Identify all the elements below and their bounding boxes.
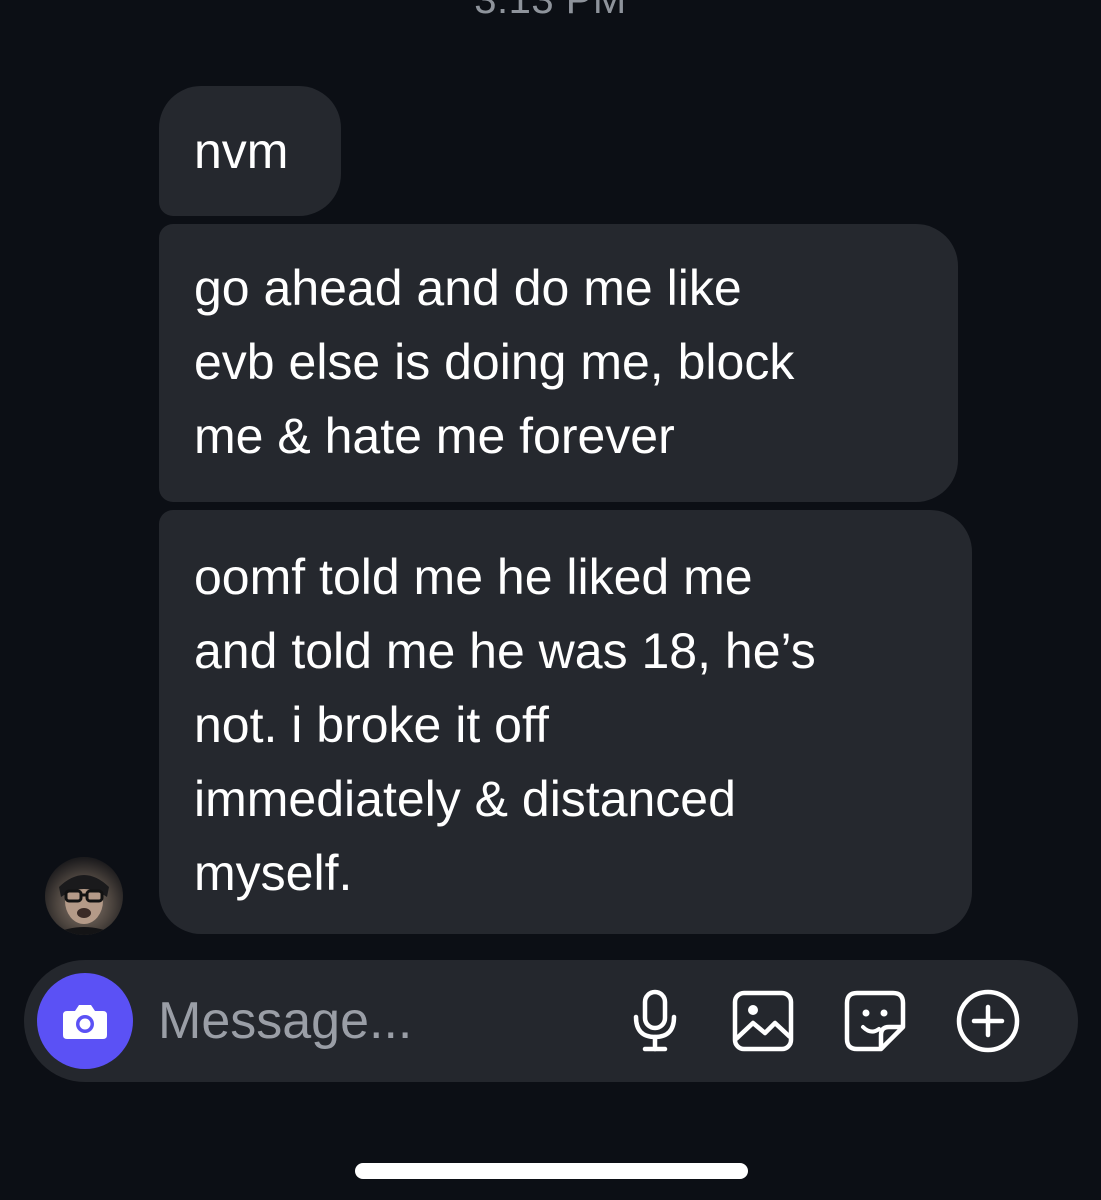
camera-button[interactable] xyxy=(37,973,133,1069)
sender-avatar[interactable] xyxy=(45,857,123,935)
camera-icon xyxy=(63,1005,107,1039)
message-text: not. i broke it off xyxy=(194,697,549,753)
gallery-button[interactable] xyxy=(730,988,796,1054)
message-text: me & hate me forever xyxy=(194,408,675,464)
received-message-bubble[interactable]: oomf told me he liked me and told me he … xyxy=(159,510,972,934)
avatar-photo xyxy=(51,875,117,935)
more-options-button[interactable] xyxy=(955,988,1021,1054)
message-text: oomf told me he liked me xyxy=(194,549,753,605)
message-text: go ahead and do me like xyxy=(194,260,742,316)
message-text: nvm xyxy=(194,123,289,179)
microphone-icon xyxy=(633,989,677,1052)
sticker-icon xyxy=(844,990,906,1052)
gallery-icon xyxy=(732,990,794,1052)
received-message-bubble[interactable]: go ahead and do me like evb else is doin… xyxy=(159,224,958,502)
sticker-button[interactable] xyxy=(842,988,908,1054)
received-message-bubble[interactable]: nvm xyxy=(159,86,341,216)
message-composer xyxy=(24,960,1078,1082)
message-text: immediately & distanced xyxy=(194,771,736,827)
message-timestamp: 3:13 PM xyxy=(474,0,627,22)
home-indicator[interactable] xyxy=(355,1163,748,1179)
voice-message-button[interactable] xyxy=(622,988,688,1054)
message-text: myself. xyxy=(194,845,353,901)
message-text: evb else is doing me, block xyxy=(194,334,795,390)
add-icon xyxy=(956,989,1020,1053)
message-text: and told me he was 18, he’s xyxy=(194,623,816,679)
message-input[interactable] xyxy=(158,988,598,1054)
